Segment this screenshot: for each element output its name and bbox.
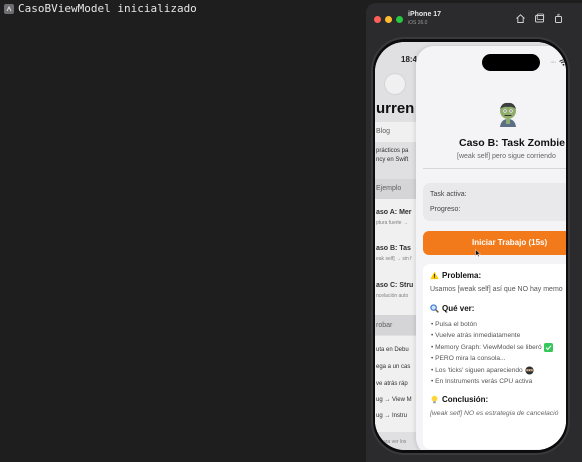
sheet-subtitle: [weak self] pero sigue corriendo xyxy=(457,153,556,160)
screenshot-icon[interactable] xyxy=(534,13,545,24)
minimize-window-button[interactable] xyxy=(385,16,392,23)
console-log-line: CasoBViewModel inicializado xyxy=(4,2,197,15)
bullet-item: • PERO mira la consola... xyxy=(431,355,506,362)
light-bulb-icon xyxy=(431,395,438,404)
signal-icon: ···· xyxy=(550,59,556,66)
simulator-device-name: iPhone 17 xyxy=(408,11,442,18)
start-work-button[interactable]: Iniciar Trabajo (15s) xyxy=(423,231,566,255)
check-mark-icon xyxy=(543,343,553,352)
bullet-item-text: • Memory Graph: ViewModel se liberó xyxy=(431,344,542,351)
sheet-title: Caso B: Task Zombie xyxy=(459,137,565,149)
task-status-card: Task activa: Progreso: xyxy=(423,183,566,221)
rotate-icon[interactable] xyxy=(553,13,564,24)
bullet-item: • Pulsa el botón xyxy=(431,321,477,328)
bullet-item: • Vuelve atrás inmediatamente xyxy=(431,332,521,339)
zombie-icon xyxy=(500,102,516,127)
app-icon xyxy=(4,3,14,14)
problem-heading-text: Problema: xyxy=(442,271,482,280)
bullet-item-with-ninja: • Los 'ticks' siguen apareciendo xyxy=(431,366,534,375)
magnifying-glass-icon xyxy=(430,304,439,313)
bullet-item-with-check: • Memory Graph: ViewModel se liberó xyxy=(431,343,553,352)
home-icon[interactable] xyxy=(515,13,526,24)
conclusion-heading: Conclusión: xyxy=(430,395,488,404)
case-b-sheet: ···· Caso B: Task Zombie [weak self] per… xyxy=(416,46,566,450)
bullet-item-text: • Los 'ticks' siguen apareciendo xyxy=(431,367,523,374)
close-window-button[interactable] xyxy=(374,16,381,23)
mouse-cursor-icon xyxy=(475,249,481,257)
conclusion-heading-text: Conclusión: xyxy=(442,395,489,404)
divider xyxy=(423,168,566,169)
problem-heading: Problema: xyxy=(430,271,481,280)
simulator-toolbar: iPhone 17 iOS 26.0 xyxy=(366,3,582,35)
simulator-os-version: iOS 26.0 xyxy=(408,20,428,26)
status-bar-icons: ···· xyxy=(550,59,566,66)
ninja-icon xyxy=(525,366,534,375)
what-to-see-heading: Qué ver: xyxy=(430,304,474,313)
what-to-see-heading-text: Qué ver: xyxy=(442,304,475,313)
warning-icon xyxy=(430,271,439,280)
console-text: CasoBViewModel inicializado xyxy=(18,2,197,15)
wifi-icon xyxy=(559,59,566,66)
bullet-item: • En Instruments verás CPU activa xyxy=(431,378,533,385)
start-work-button-label: Iniciar Trabajo (15s) xyxy=(472,238,548,247)
info-card: Problema: Usamos [weak self] así que NO … xyxy=(423,264,566,449)
conclusion-text: [weak self] NO es estrategia de cancelac… xyxy=(430,410,559,417)
task-active-label: Task activa: xyxy=(430,191,467,198)
zoom-window-button[interactable] xyxy=(396,16,403,23)
problem-text: Usamos [weak self] así que NO hay memo xyxy=(430,286,563,293)
progress-label: Progreso: xyxy=(430,206,461,213)
iphone-screen: 18:44 urren Blog prácticos pa ncy en Swi… xyxy=(375,42,566,450)
dynamic-island xyxy=(482,54,540,71)
